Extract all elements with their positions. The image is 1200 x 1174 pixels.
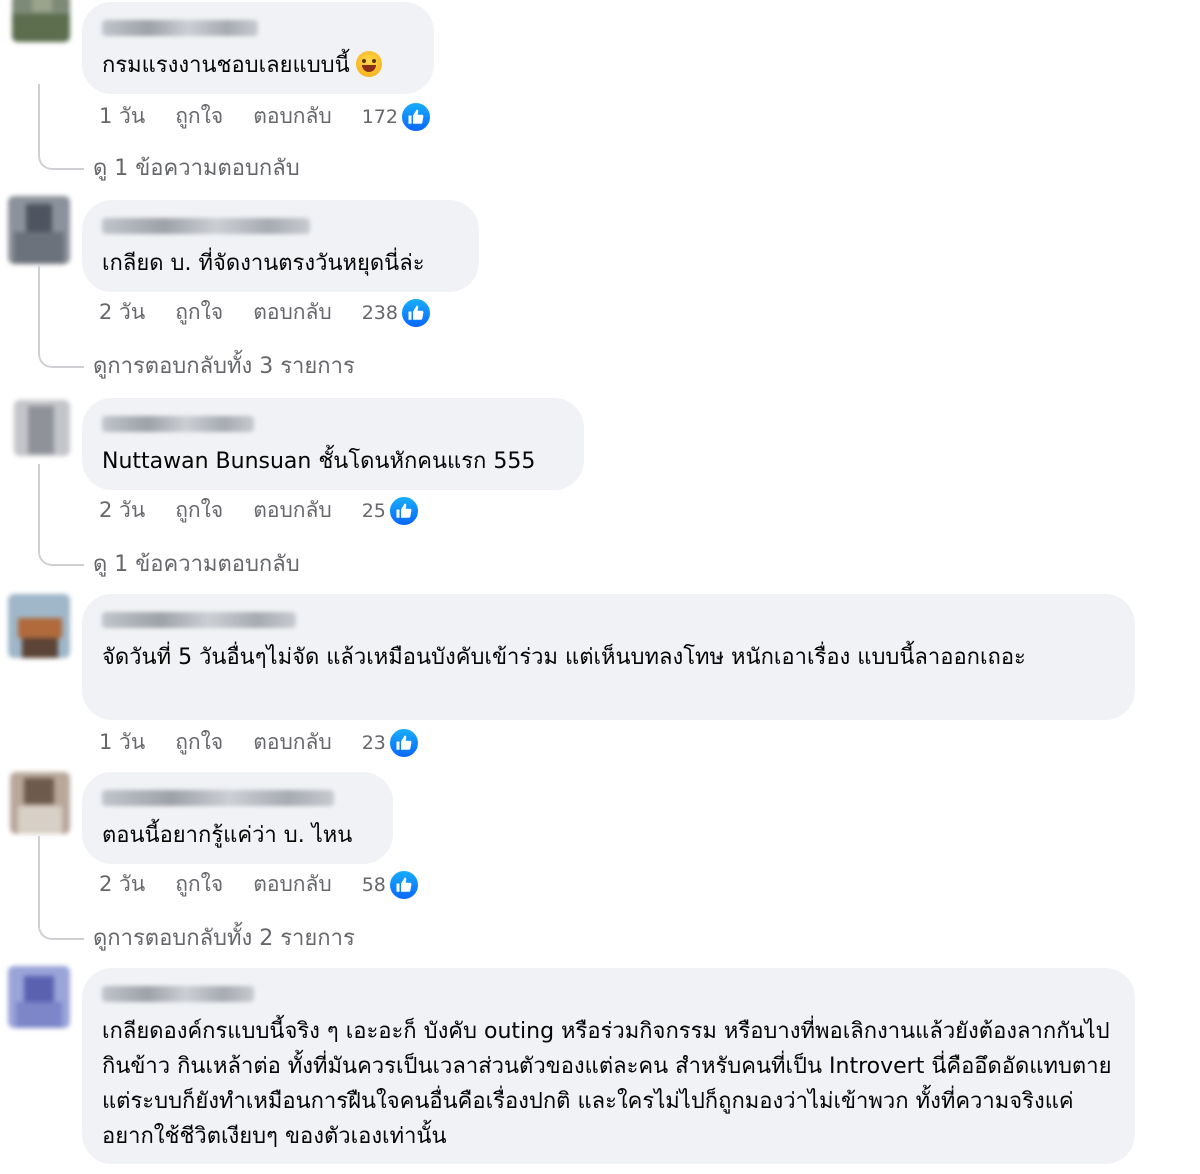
view-replies-link[interactable]: ดูการตอบกลับทั้ง 2 รายการ bbox=[93, 920, 355, 955]
commenter-name-redacted[interactable] bbox=[102, 612, 296, 628]
thumbs-up-icon bbox=[387, 494, 420, 527]
timestamp[interactable]: 1 วัน bbox=[99, 100, 145, 133]
comment-text: เกลียด บ. ที่จัดงานตรงวันหยุดนี่ล่ะ bbox=[102, 251, 425, 276]
avatar[interactable] bbox=[12, 0, 70, 42]
like-button[interactable]: ถูกใจ bbox=[175, 494, 223, 527]
comment-actions: 1 วัน ถูกใจ ตอบกลับ 23 bbox=[99, 726, 420, 759]
comment-bubble: เกลียดองค์กรแบบนี้จริง ๆ เอะอะก็ บังคับ … bbox=[82, 968, 1135, 1164]
commenter-name-redacted[interactable] bbox=[102, 790, 334, 806]
comment-text: จัดวันที่ 5 วันอื่นๆไม่จัด แล้วเหมือนบัง… bbox=[102, 645, 1026, 670]
like-button[interactable]: ถูกใจ bbox=[175, 296, 223, 329]
thumbs-up-icon bbox=[399, 100, 432, 133]
like-button[interactable]: ถูกใจ bbox=[175, 100, 223, 133]
commenter-name-redacted[interactable] bbox=[102, 986, 254, 1002]
timestamp[interactable]: 2 วัน bbox=[99, 296, 145, 329]
reply-button[interactable]: ตอบกลับ bbox=[253, 868, 332, 901]
comment-bubble: กรมแรงงานชอบเลยแบบนี้ bbox=[82, 2, 434, 94]
comment-bubble: Nuttawan Bunsuan ชั้นโดนหักคนแรก 555 bbox=[82, 398, 584, 490]
laughing-emoji-icon bbox=[355, 51, 382, 77]
comment-text: เกลียดองค์กรแบบนี้จริง ๆ เอะอะก็ บังคับ … bbox=[102, 1019, 1112, 1149]
reaction-count[interactable]: 238 bbox=[362, 302, 398, 324]
reply-button[interactable]: ตอบกลับ bbox=[253, 726, 332, 759]
reply-thread-line bbox=[38, 266, 84, 368]
thumbs-up-icon bbox=[387, 726, 420, 759]
comment-text: ตอนนี้อยากรู้แค่ว่า บ. ไหน bbox=[102, 823, 353, 848]
view-replies-link[interactable]: ดู 1 ข้อความตอบกลับ bbox=[93, 150, 300, 185]
comment-bubble: เกลียด บ. ที่จัดงานตรงวันหยุดนี่ล่ะ bbox=[82, 200, 479, 292]
reaction-count[interactable]: 23 bbox=[362, 732, 386, 754]
avatar[interactable] bbox=[8, 196, 70, 264]
thumbs-up-icon bbox=[387, 868, 420, 901]
avatar[interactable] bbox=[14, 400, 70, 456]
view-replies-link[interactable]: ดู 1 ข้อความตอบกลับ bbox=[93, 546, 300, 581]
commenter-name-redacted[interactable] bbox=[102, 218, 310, 234]
commenter-name-redacted[interactable] bbox=[102, 416, 254, 432]
comment-actions: 2 วัน ถูกใจ ตอบกลับ 58 bbox=[99, 868, 420, 901]
reaction-count[interactable]: 58 bbox=[362, 874, 386, 896]
comment-bubble: จัดวันที่ 5 วันอื่นๆไม่จัด แล้วเหมือนบัง… bbox=[82, 594, 1135, 720]
avatar[interactable] bbox=[8, 966, 70, 1028]
comment-actions: 1 วัน ถูกใจ ตอบกลับ 172 bbox=[99, 100, 432, 133]
comment-actions: 2 วัน ถูกใจ ตอบกลับ 25 bbox=[99, 494, 420, 527]
reaction-count[interactable]: 172 bbox=[362, 106, 398, 128]
like-button[interactable]: ถูกใจ bbox=[175, 726, 223, 759]
reaction-count[interactable]: 25 bbox=[362, 500, 386, 522]
reply-button[interactable]: ตอบกลับ bbox=[253, 296, 332, 329]
reply-thread-line bbox=[38, 84, 84, 170]
reply-thread-line bbox=[38, 464, 84, 566]
comment-text: Nuttawan Bunsuan ชั้นโดนหักคนแรก 555 bbox=[102, 449, 536, 474]
reply-button[interactable]: ตอบกลับ bbox=[253, 494, 332, 527]
reply-thread-line bbox=[38, 836, 84, 940]
timestamp[interactable]: 2 วัน bbox=[99, 494, 145, 527]
comment-bubble: ตอนนี้อยากรู้แค่ว่า บ. ไหน bbox=[82, 772, 393, 864]
view-replies-link[interactable]: ดูการตอบกลับทั้ง 3 รายการ bbox=[93, 348, 355, 383]
comment-actions: 2 วัน ถูกใจ ตอบกลับ 238 bbox=[99, 296, 432, 329]
avatar[interactable] bbox=[10, 772, 70, 834]
comment-text: กรมแรงงานชอบเลยแบบนี้ bbox=[102, 48, 412, 83]
like-button[interactable]: ถูกใจ bbox=[175, 868, 223, 901]
commenter-name-redacted[interactable] bbox=[102, 20, 258, 36]
reply-button[interactable]: ตอบกลับ bbox=[253, 100, 332, 133]
timestamp[interactable]: 2 วัน bbox=[99, 868, 145, 901]
avatar[interactable] bbox=[8, 594, 70, 658]
thumbs-up-icon bbox=[399, 296, 432, 329]
timestamp[interactable]: 1 วัน bbox=[99, 726, 145, 759]
